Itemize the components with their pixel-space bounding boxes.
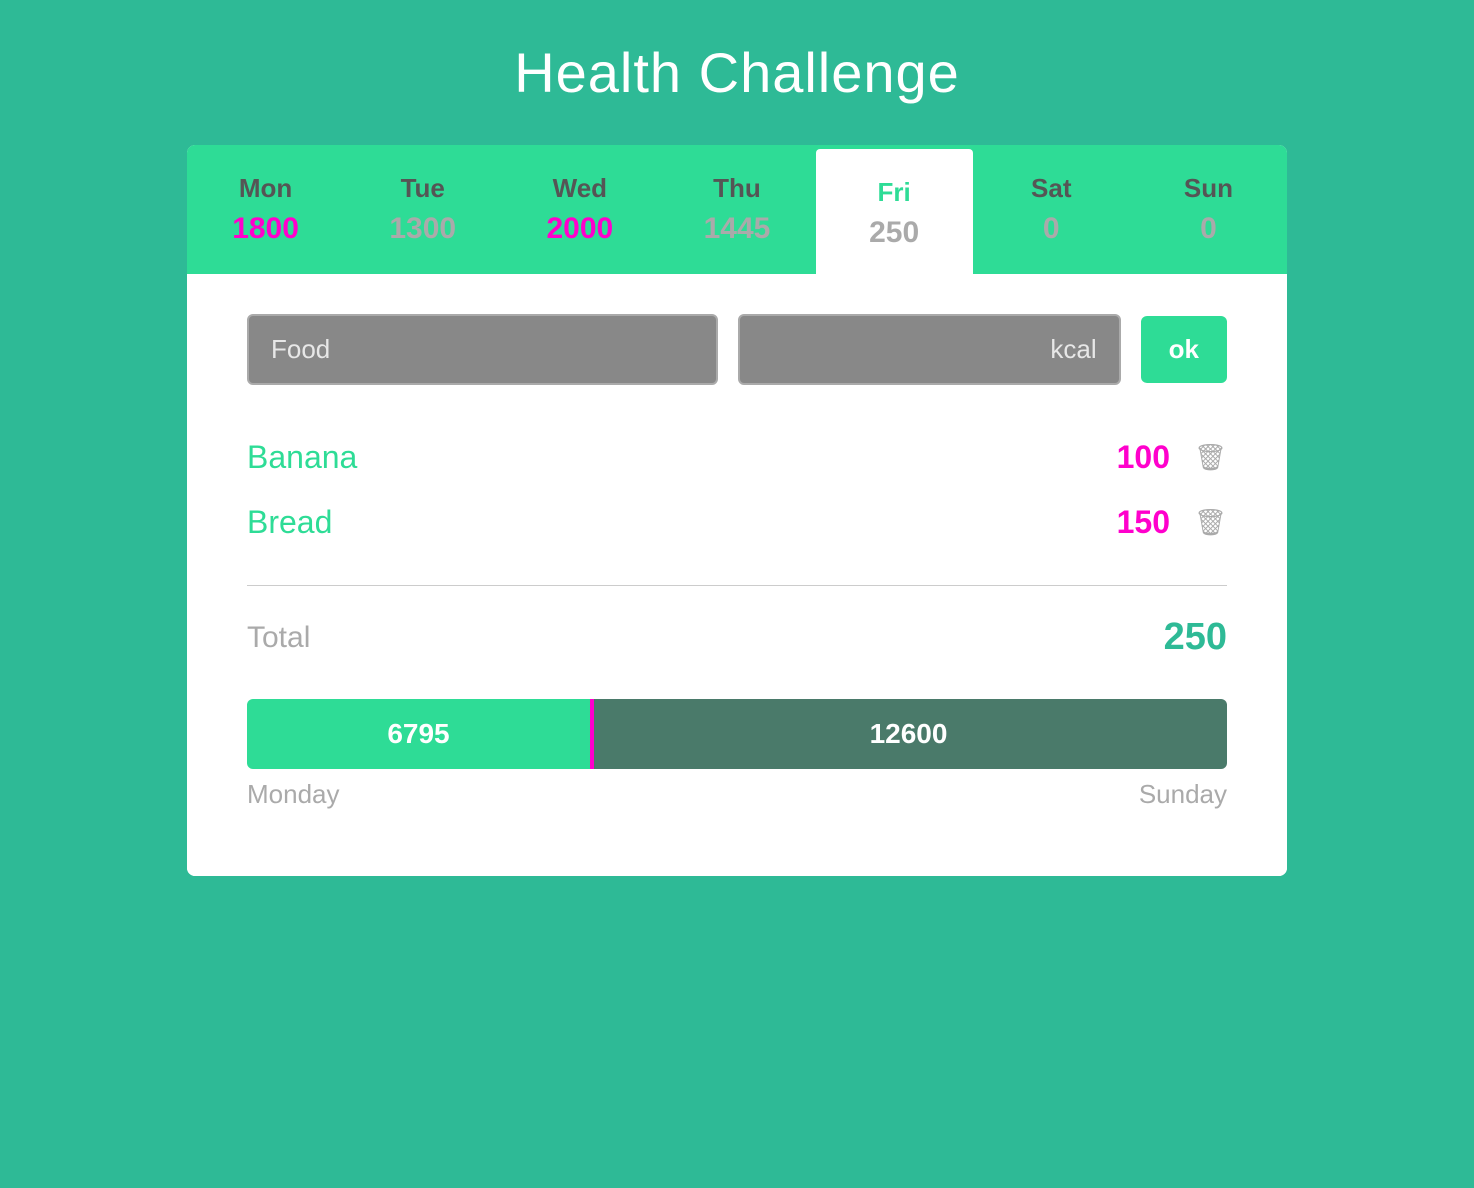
day-name: Mon	[239, 173, 292, 204]
total-label: Total	[247, 621, 1164, 655]
food-list: Banana 100 🗑 Bread 150 🗑	[247, 425, 1227, 555]
page-title: Health Challenge	[514, 40, 960, 105]
food-input[interactable]	[247, 314, 718, 385]
day-col-sat[interactable]: Sat 0	[973, 145, 1130, 274]
day-calories: 0	[1043, 212, 1060, 246]
day-calories: 1445	[704, 212, 771, 246]
divider	[247, 585, 1227, 586]
total-row: Total 250	[247, 616, 1227, 659]
main-card: Mon 1800 Tue 1300 Wed 2000 Thu 1445 Fri …	[187, 145, 1287, 876]
food-item-calories: 100	[1117, 439, 1170, 476]
food-item-name: Bread	[247, 504, 1117, 541]
day-name: Fri	[878, 177, 911, 208]
day-calories: 1800	[232, 212, 299, 246]
progress-bar: 6795 12600	[247, 699, 1227, 769]
ok-button[interactable]: ok	[1141, 316, 1227, 383]
day-name: Thu	[713, 173, 761, 204]
progress-remaining-value: 12600	[870, 718, 948, 750]
kcal-input[interactable]	[738, 314, 1121, 385]
day-name: Wed	[553, 173, 607, 204]
progress-start-label: Monday	[247, 779, 340, 810]
food-item-calories: 150	[1117, 504, 1170, 541]
day-col-wed[interactable]: Wed 2000	[501, 145, 658, 274]
day-name: Sat	[1031, 173, 1071, 204]
progress-filled: 6795	[247, 699, 590, 769]
day-calories: 0	[1200, 212, 1217, 246]
day-name: Sun	[1184, 173, 1233, 204]
food-item: Bread 150 🗑	[247, 490, 1227, 555]
progress-remaining: 12600	[590, 699, 1227, 769]
progress-container: 6795 12600 Monday Sunday	[247, 699, 1227, 810]
total-value: 250	[1164, 616, 1227, 659]
progress-marker	[590, 699, 594, 769]
delete-food-icon[interactable]: 🗑	[1194, 507, 1227, 538]
day-col-tue[interactable]: Tue 1300	[344, 145, 501, 274]
day-col-fri[interactable]: Fri 250	[816, 149, 973, 274]
day-col-sun[interactable]: Sun 0	[1130, 145, 1287, 274]
delete-food-icon[interactable]: 🗑	[1194, 442, 1227, 473]
food-input-row: ok	[247, 314, 1227, 385]
content-area: ok Banana 100 🗑 Bread 150 🗑 Total 250 67…	[187, 274, 1287, 876]
day-calories: 2000	[546, 212, 613, 246]
day-name: Tue	[401, 173, 445, 204]
day-calories: 1300	[389, 212, 456, 246]
food-item-name: Banana	[247, 439, 1117, 476]
day-header: Mon 1800 Tue 1300 Wed 2000 Thu 1445 Fri …	[187, 145, 1287, 274]
progress-end-label: Sunday	[1139, 779, 1227, 810]
day-col-thu[interactable]: Thu 1445	[658, 145, 815, 274]
day-col-mon[interactable]: Mon 1800	[187, 145, 344, 274]
day-calories: 250	[869, 216, 919, 250]
food-item: Banana 100 🗑	[247, 425, 1227, 490]
progress-labels: Monday Sunday	[247, 779, 1227, 810]
progress-filled-value: 6795	[387, 718, 449, 750]
